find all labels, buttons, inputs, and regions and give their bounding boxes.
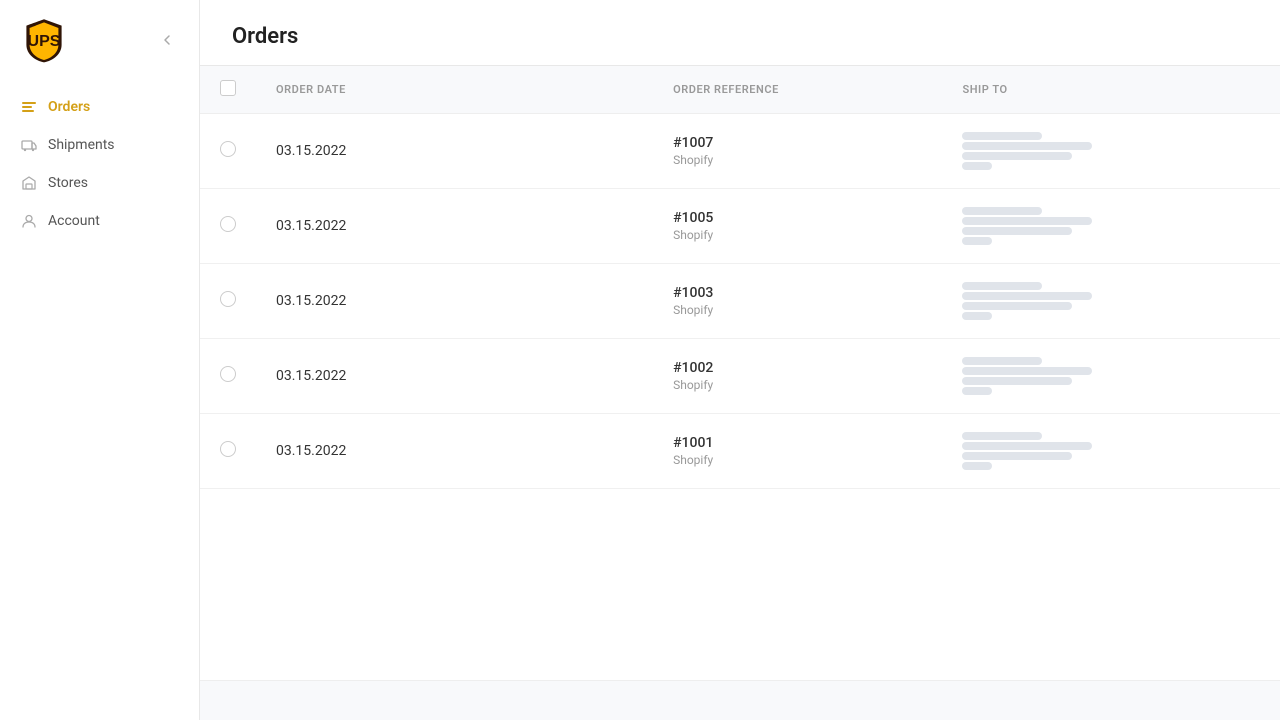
ship-to-blurred: [962, 132, 1260, 170]
ship-to-blurred: [962, 207, 1260, 245]
ship-to-line-4: [962, 312, 992, 320]
order-reference-cell: #1005 Shopify: [653, 189, 942, 264]
order-reference-cell: #1007 Shopify: [653, 114, 942, 189]
sidebar-item-stores[interactable]: Stores: [0, 164, 199, 202]
ship-to-line-3: [962, 302, 1072, 310]
ship-to-line-1: [962, 432, 1042, 440]
ship-to-blurred: [962, 357, 1260, 395]
sidebar-item-account-label: Account: [48, 213, 100, 229]
sidebar-item-shipments[interactable]: Shipments: [0, 126, 199, 164]
ship-to-line-4: [962, 237, 992, 245]
sidebar-logo-area: UPS: [0, 0, 199, 80]
ship-to-line-4: [962, 462, 992, 470]
order-ref-number: #1007: [673, 135, 922, 151]
row-checkbox-cell: [200, 264, 256, 339]
sidebar-nav: Orders Shipments Stores: [0, 80, 199, 248]
select-all-checkbox[interactable]: [220, 80, 236, 96]
orders-table-container: ORDER DATE ORDER REFERENCE SHIP TO 03.15…: [200, 66, 1280, 680]
table-header-ship-to: SHIP TO: [942, 66, 1280, 114]
sidebar-item-stores-label: Stores: [48, 175, 88, 191]
ship-to-cell: [942, 414, 1280, 489]
order-ref-source: Shopify: [673, 303, 922, 317]
sidebar-item-orders-label: Orders: [48, 99, 90, 115]
ship-to-line-2: [962, 142, 1092, 150]
order-date-cell: 03.15.2022: [256, 114, 653, 189]
sidebar-item-orders[interactable]: Orders: [0, 88, 199, 126]
order-date-cell: 03.15.2022: [256, 339, 653, 414]
main-content: Orders ORDER DATE ORDER REFERENCE SHIP T…: [200, 0, 1280, 720]
ship-to-cell: [942, 264, 1280, 339]
table-header-order-date: ORDER DATE: [256, 66, 653, 114]
ship-to-cell: [942, 189, 1280, 264]
row-checkbox-cell: [200, 414, 256, 489]
table-row[interactable]: 03.15.2022 #1003 Shopify: [200, 264, 1280, 339]
table-row[interactable]: 03.15.2022 #1007 Shopify: [200, 114, 1280, 189]
table-footer: [200, 680, 1280, 720]
ship-to-line-1: [962, 357, 1042, 365]
shipments-icon: [20, 136, 38, 154]
stores-icon: [20, 174, 38, 192]
orders-table: ORDER DATE ORDER REFERENCE SHIP TO 03.15…: [200, 66, 1280, 489]
ship-to-line-1: [962, 282, 1042, 290]
order-ref-number: #1003: [673, 285, 922, 301]
page-header: Orders: [200, 0, 1280, 66]
page-title: Orders: [232, 24, 1248, 49]
ship-to-cell: [942, 339, 1280, 414]
ship-to-line-2: [962, 367, 1092, 375]
table-row[interactable]: 03.15.2022 #1001 Shopify: [200, 414, 1280, 489]
table-row[interactable]: 03.15.2022 #1002 Shopify: [200, 339, 1280, 414]
ship-to-cell: [942, 114, 1280, 189]
ship-to-line-2: [962, 442, 1092, 450]
row-checkbox-cell: [200, 189, 256, 264]
account-icon: [20, 212, 38, 230]
ship-to-line-3: [962, 452, 1072, 460]
ship-to-line-2: [962, 217, 1092, 225]
order-ref-source: Shopify: [673, 453, 922, 467]
row-select-checkbox[interactable]: [220, 141, 236, 157]
ship-to-line-2: [962, 292, 1092, 300]
table-row[interactable]: 03.15.2022 #1005 Shopify: [200, 189, 1280, 264]
ship-to-line-3: [962, 152, 1072, 160]
order-date-cell: 03.15.2022: [256, 264, 653, 339]
orders-icon: [20, 98, 38, 116]
order-date-cell: 03.15.2022: [256, 189, 653, 264]
row-select-checkbox[interactable]: [220, 441, 236, 457]
row-checkbox-cell: [200, 114, 256, 189]
ship-to-line-3: [962, 227, 1072, 235]
order-ref-source: Shopify: [673, 153, 922, 167]
order-date-cell: 03.15.2022: [256, 414, 653, 489]
table-header-checkbox-cell: [200, 66, 256, 114]
ship-to-line-4: [962, 162, 992, 170]
order-ref-source: Shopify: [673, 378, 922, 392]
order-ref-number: #1001: [673, 435, 922, 451]
ups-logo: UPS: [20, 16, 68, 64]
sidebar: UPS Orders: [0, 0, 200, 720]
row-checkbox-cell: [200, 339, 256, 414]
row-select-checkbox[interactable]: [220, 366, 236, 382]
ship-to-blurred: [962, 282, 1260, 320]
order-ref-number: #1002: [673, 360, 922, 376]
order-ref-source: Shopify: [673, 228, 922, 242]
svg-text:UPS: UPS: [28, 33, 61, 50]
order-reference-cell: #1002 Shopify: [653, 339, 942, 414]
ship-to-line-3: [962, 377, 1072, 385]
ship-to-line-1: [962, 132, 1042, 140]
table-header-order-reference: ORDER REFERENCE: [653, 66, 942, 114]
order-ref-number: #1005: [673, 210, 922, 226]
ship-to-blurred: [962, 432, 1260, 470]
order-reference-cell: #1001 Shopify: [653, 414, 942, 489]
sidebar-item-account[interactable]: Account: [0, 202, 199, 240]
table-body: 03.15.2022 #1007 Shopify: [200, 114, 1280, 489]
row-select-checkbox[interactable]: [220, 291, 236, 307]
table-header: ORDER DATE ORDER REFERENCE SHIP TO: [200, 66, 1280, 114]
sidebar-item-shipments-label: Shipments: [48, 137, 115, 153]
ship-to-line-4: [962, 387, 992, 395]
row-select-checkbox[interactable]: [220, 216, 236, 232]
order-reference-cell: #1003 Shopify: [653, 264, 942, 339]
ship-to-line-1: [962, 207, 1042, 215]
collapse-sidebar-button[interactable]: [155, 28, 179, 52]
